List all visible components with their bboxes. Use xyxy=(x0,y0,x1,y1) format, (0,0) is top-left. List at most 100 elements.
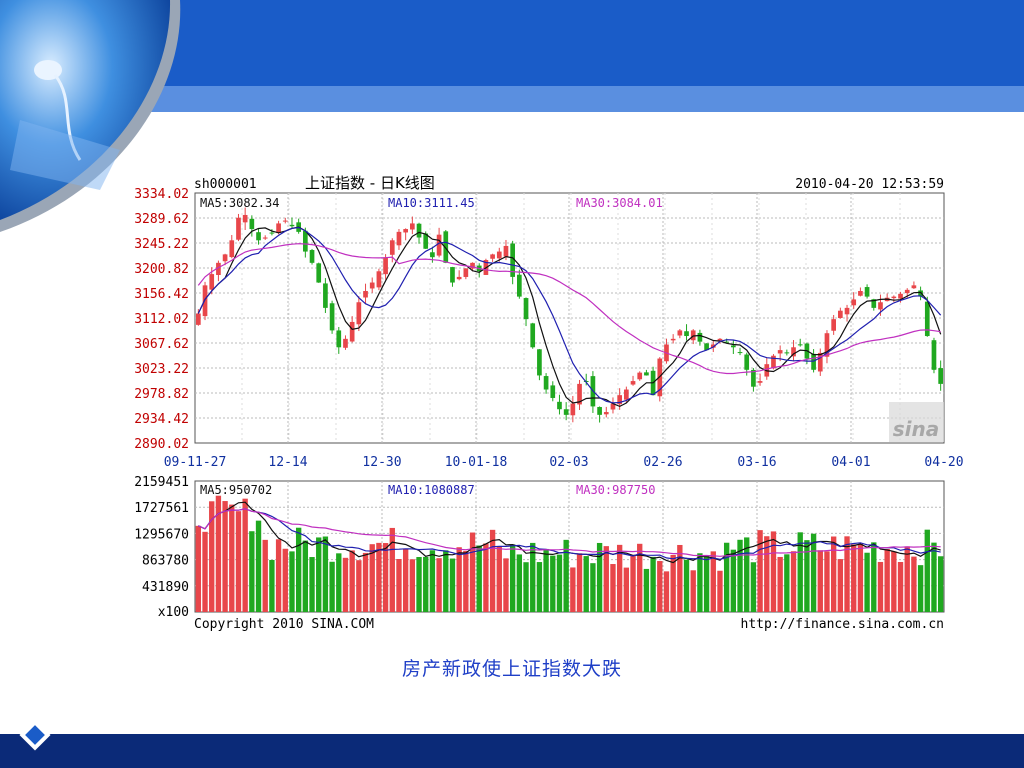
candle-body xyxy=(430,252,435,258)
volume-bar xyxy=(677,544,683,612)
volume-bar xyxy=(897,561,904,612)
volume-bar xyxy=(931,542,937,612)
volume-bar xyxy=(336,553,342,612)
price-y-ticks: 3334.02 3289.62 3245.22 3200.82 3156.42 3112.… xyxy=(134,187,189,452)
volume-bar xyxy=(483,543,489,612)
candle-body xyxy=(570,403,576,416)
price-x-tick: 02-26 xyxy=(643,455,682,470)
candle-body xyxy=(349,321,355,342)
volume-bar xyxy=(229,504,235,612)
volume-bar xyxy=(790,551,797,612)
volume-bar xyxy=(302,540,309,612)
candle-body xyxy=(817,352,823,372)
price-x-ticks: 09-11-27 12-14 12-30 10-01-18 02-03 02-26 03-1… xyxy=(164,455,964,470)
volume-bar xyxy=(489,529,496,612)
price-y-tick: 3245.22 xyxy=(134,237,189,252)
volume-bar xyxy=(496,546,502,612)
candle-body xyxy=(456,276,462,280)
volume-bar xyxy=(650,556,656,612)
volume-bar xyxy=(235,511,242,612)
price-y-tick: 3023.22 xyxy=(134,362,189,377)
volume-bar xyxy=(891,551,897,612)
volume-bar xyxy=(249,531,255,612)
price-x-tick: 02-03 xyxy=(549,455,588,470)
volume-bar xyxy=(690,570,696,612)
volume-bar xyxy=(804,540,810,612)
volume-bar xyxy=(670,554,676,612)
volume-bar xyxy=(730,549,737,612)
volume-bar xyxy=(543,548,549,612)
volume-bar xyxy=(556,554,563,612)
volume-bar xyxy=(503,558,509,612)
volume-bar xyxy=(697,553,703,612)
ma30-price-label: MA30:3084.01 xyxy=(576,196,663,210)
candle-body xyxy=(523,298,529,320)
volume-bar xyxy=(550,555,556,612)
candle-body xyxy=(637,372,643,380)
candle-body xyxy=(737,352,743,354)
volume-bar xyxy=(784,554,790,612)
price-y-tick: 2978.82 xyxy=(134,387,189,402)
candle-body xyxy=(343,338,348,348)
volume-bar xyxy=(563,539,569,612)
volume-bar xyxy=(429,550,436,612)
candle-body xyxy=(797,344,803,346)
candle-body xyxy=(891,296,897,299)
price-y-tick: 3334.02 xyxy=(134,187,189,202)
price-x-tick: 04-20 xyxy=(924,455,963,470)
volume-bar xyxy=(195,525,202,612)
volume-bar xyxy=(610,564,616,612)
candle-body xyxy=(503,245,509,257)
candle-body xyxy=(557,401,562,410)
price-y-tick: 3067.62 xyxy=(134,337,189,352)
volume-y-ticks: 2159451 1727561 1295670 863780 431890 xyxy=(134,475,189,595)
volume-bar xyxy=(596,542,603,612)
candle-body xyxy=(838,310,843,319)
candle-body xyxy=(356,302,362,325)
candle-body xyxy=(329,303,335,331)
candle-body xyxy=(256,232,261,241)
volume-bar xyxy=(750,562,757,612)
price-x-tick: 10-01-18 xyxy=(445,455,508,470)
volume-bar xyxy=(255,520,262,612)
copyright-text: Copyright 2010 SINA.COM xyxy=(194,617,374,632)
candle-body xyxy=(249,218,255,230)
volume-y-tick: 2159451 xyxy=(134,475,189,490)
candle-body xyxy=(376,271,382,288)
candle-body xyxy=(603,412,609,415)
volume-bar xyxy=(436,558,442,612)
candle-body xyxy=(209,274,215,290)
volume-bar xyxy=(409,559,416,612)
candle-body xyxy=(303,230,308,252)
candle-body xyxy=(684,331,689,337)
volume-bar xyxy=(523,562,529,612)
volume-bar xyxy=(369,544,375,612)
volume-bar xyxy=(396,559,402,612)
source-url[interactable]: http://finance.sina.com.cn xyxy=(741,617,945,632)
sina-logo: sina xyxy=(889,402,944,442)
price-y-tick: 3156.42 xyxy=(134,287,189,302)
price-y-tick: 3112.02 xyxy=(134,312,189,327)
ma30-volume-label: MA30:987750 xyxy=(576,483,655,497)
candle-body xyxy=(904,289,910,294)
volume-bar xyxy=(295,527,302,612)
chart-timestamp: 2010-04-20 12:53:59 xyxy=(795,177,944,192)
slide-footer-bar xyxy=(0,734,1024,768)
volume-bar xyxy=(723,542,730,612)
candle-body xyxy=(757,381,763,383)
volume-bar xyxy=(536,562,543,612)
candle-body xyxy=(517,274,522,297)
candle-body xyxy=(496,251,502,259)
volume-bar xyxy=(443,550,449,612)
candle-body xyxy=(717,338,723,341)
volume-bar xyxy=(717,570,723,612)
volume-bar xyxy=(710,551,716,612)
candle-body xyxy=(677,330,683,336)
candle-body xyxy=(831,319,836,331)
volume-bar xyxy=(770,531,777,612)
volume-bar xyxy=(851,544,857,612)
volume-bar xyxy=(864,552,870,612)
volume-bar xyxy=(463,550,469,612)
volume-bar xyxy=(516,554,523,612)
candle-body xyxy=(851,299,857,306)
